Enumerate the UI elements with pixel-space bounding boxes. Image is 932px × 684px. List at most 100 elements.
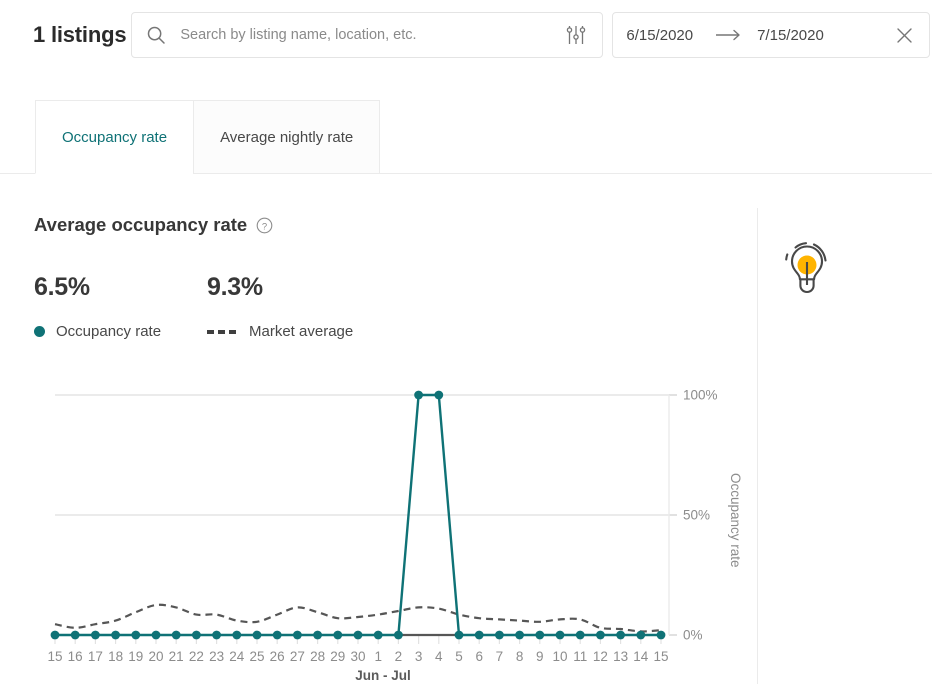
x-tick-label: 15	[653, 649, 668, 664]
data-point	[70, 630, 80, 640]
date-end-field[interactable]: 7/15/2020	[757, 27, 824, 44]
series-market-average	[54, 603, 662, 633]
data-point	[515, 630, 524, 640]
data-point	[474, 630, 484, 640]
x-tick-label: 2	[395, 649, 403, 664]
y-tick-label: 100%	[683, 388, 718, 403]
x-tick-label: 14	[633, 649, 649, 664]
tab-spacer-right	[380, 100, 932, 174]
data-point	[636, 630, 646, 640]
y-tick-label: 50%	[683, 508, 710, 523]
legend-occupancy-label: Occupancy rate	[56, 323, 162, 340]
data-point	[232, 630, 242, 640]
data-point	[111, 630, 120, 640]
search-input[interactable]: Search by listing name, location, etc.	[180, 27, 566, 43]
x-tick-label: 9	[536, 649, 544, 664]
svg-text:?: ?	[262, 221, 267, 232]
data-point	[495, 630, 504, 640]
legend-market-label: Market average	[249, 323, 354, 340]
x-tick-label: 30	[350, 649, 365, 664]
listings-count: 1 listings	[33, 22, 127, 47]
data-point	[373, 630, 383, 640]
y-tick-label: 0%	[683, 628, 703, 643]
search-box[interactable]: Search by listing name, location, etc.	[131, 12, 604, 58]
data-point	[333, 630, 343, 640]
x-tick-label: 11	[573, 649, 587, 664]
x-tick-label: 15	[47, 649, 62, 664]
x-axis-title: Jun - Jul	[355, 668, 411, 683]
x-tick-label: 27	[290, 649, 305, 664]
x-tick-label: 25	[249, 649, 264, 664]
legend-dash-icon	[207, 329, 238, 334]
legend-market-average: Market average	[207, 323, 380, 340]
close-icon[interactable]	[896, 27, 913, 44]
x-tick-label: 16	[68, 649, 83, 664]
x-tick-label: 7	[496, 649, 504, 664]
x-tick-label: 3	[415, 649, 423, 664]
x-tick-label: 21	[169, 649, 184, 664]
legend-dot-icon	[34, 326, 45, 337]
data-point	[171, 630, 181, 640]
date-start-field[interactable]: 6/15/2020	[626, 27, 693, 44]
tab-occupancy-rate[interactable]: Occupancy rate	[35, 100, 194, 174]
data-point	[616, 630, 625, 640]
x-tick-label: 29	[330, 649, 345, 664]
stat-occupancy-value: 6.5%	[34, 273, 90, 301]
arrow-right-icon	[716, 29, 740, 41]
x-tick-label: 13	[613, 649, 628, 664]
data-point	[394, 630, 403, 640]
data-point	[131, 630, 141, 640]
data-point	[454, 630, 464, 640]
x-tick-label: 19	[128, 649, 143, 664]
data-point	[575, 630, 585, 640]
search-icon	[148, 26, 166, 44]
date-range-picker[interactable]: 6/15/2020 7/15/2020	[612, 12, 931, 58]
stat-market-average: 9.3% Market average	[207, 273, 380, 340]
data-point	[353, 630, 363, 640]
x-tick-label: 20	[148, 649, 163, 664]
data-point	[151, 630, 161, 640]
stat-occupancy-rate: 6.5% Occupancy rate	[34, 273, 207, 340]
data-point	[414, 390, 423, 400]
x-tick-label: 28	[310, 649, 325, 664]
lightbulb-icon	[785, 242, 827, 294]
data-point	[91, 630, 100, 640]
data-point	[555, 630, 565, 640]
data-point	[434, 390, 444, 400]
x-tick-label: 5	[455, 649, 463, 664]
occupancy-chart-svg: 0%50%100%15 16 17 18 19 20 21 22 23 24 25 26 27 28 29 3…	[47, 388, 718, 684]
x-tick-label: 23	[209, 649, 224, 664]
x-tick-label: 18	[108, 649, 123, 664]
data-point	[252, 630, 262, 640]
x-tick-label: 17	[88, 649, 103, 664]
filter-sliders-icon[interactable]	[566, 24, 586, 46]
data-point	[656, 630, 666, 640]
tab-spacer-left	[0, 100, 35, 174]
content-divider	[757, 208, 758, 684]
help-circle-icon[interactable]: ?	[256, 217, 273, 234]
x-tick-label: 6	[475, 649, 483, 664]
stat-market-value: 9.3%	[207, 273, 263, 301]
page-title: Average occupancy rate	[34, 214, 248, 235]
top-bar: 1 listings Search by listing name, locat…	[0, 0, 932, 70]
section-title-row: Average occupancy rate ?	[34, 214, 273, 236]
x-tick-label: 12	[593, 649, 608, 664]
x-tick-label: 10	[552, 649, 567, 664]
occupancy-chart: 0% 50% 100% 15 16 17 18 19 20 21 22 23 24 25 26 27 28 29 3…	[34, 378, 734, 684]
tab-occupancy-rate-label: Occupancy rate	[62, 128, 168, 146]
data-point	[596, 630, 605, 640]
tab-average-nightly-rate[interactable]: Average nightly rate	[193, 100, 381, 174]
x-tick-label: 4	[435, 649, 443, 664]
legend-occupancy-rate: Occupancy rate	[34, 323, 207, 340]
stats-row: 6.5% Occupancy rate 9.3% Market average	[34, 273, 380, 340]
data-point	[272, 630, 282, 640]
data-point	[313, 630, 322, 640]
x-tick-label: 8	[516, 649, 524, 664]
data-point	[192, 630, 201, 640]
tab-bar: Occupancy rate Average nightly rate	[0, 100, 932, 174]
x-tick-label: 26	[270, 649, 285, 664]
x-tick-label: 24	[229, 649, 245, 664]
data-point	[293, 630, 302, 640]
data-point	[212, 630, 222, 640]
tab-average-nightly-rate-label: Average nightly rate	[220, 128, 354, 146]
